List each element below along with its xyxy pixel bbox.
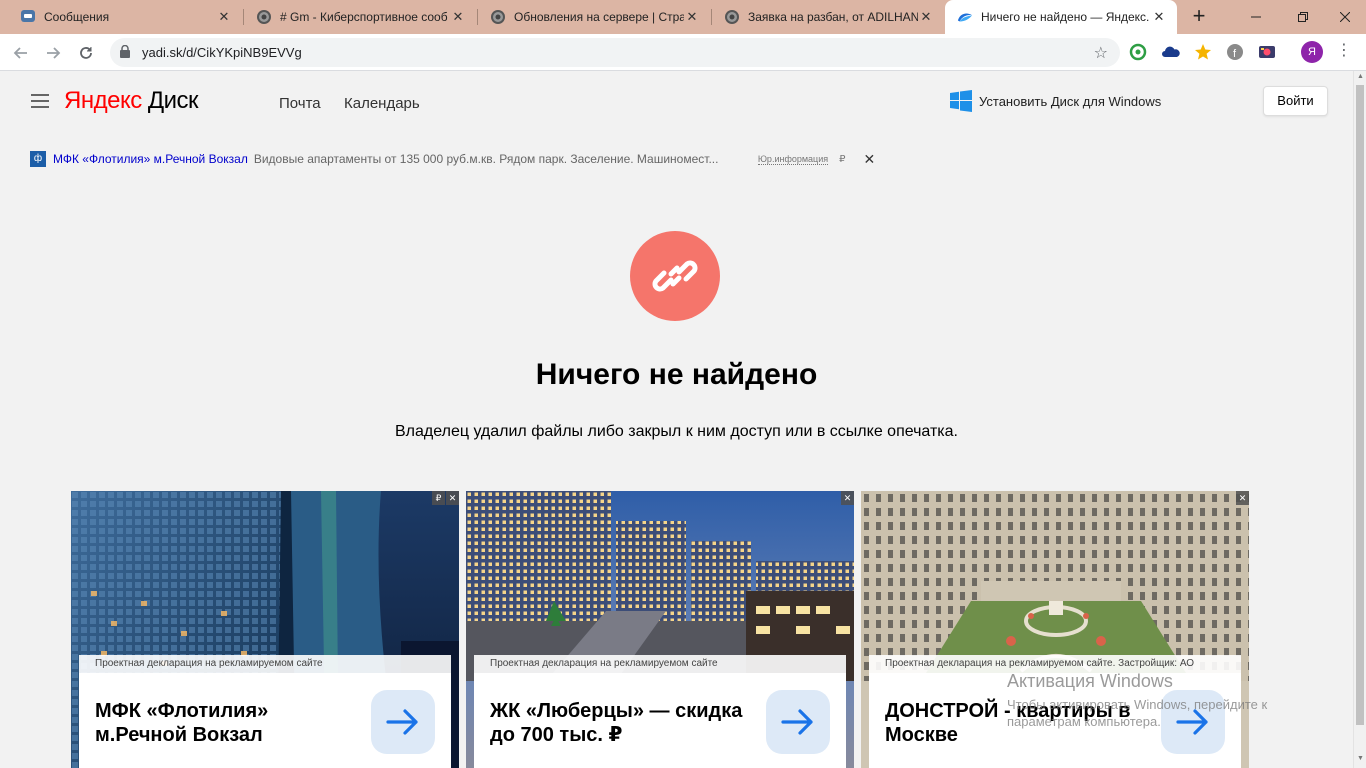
tab-yandex-disk[interactable]: Ничего не найдено — Яндекс. ✕ bbox=[945, 0, 1177, 34]
restore-button[interactable] bbox=[1280, 0, 1326, 34]
install-disk-promo[interactable]: Установить Диск для Windows bbox=[950, 90, 1161, 112]
star-icon[interactable]: ☆ bbox=[1094, 43, 1108, 63]
minimize-button[interactable] bbox=[1233, 0, 1279, 34]
ad-currency-badge: ₽ bbox=[839, 153, 846, 165]
tab-title: # Gm - Киберспортивное сооб bbox=[280, 10, 448, 24]
close-icon[interactable]: ✕ bbox=[918, 9, 934, 25]
ad-description: Видовые апартаменты от 135 000 руб.м.кв.… bbox=[253, 152, 719, 166]
extension-facebook-icon[interactable]: f bbox=[1225, 42, 1245, 62]
ad-card-panel: ДОНСТРОЙ - квартиры в Москве bbox=[869, 673, 1241, 768]
lock-icon bbox=[120, 44, 130, 63]
install-disk-label: Установить Диск для Windows bbox=[979, 93, 1162, 109]
ad-card-go-button[interactable] bbox=[1161, 690, 1225, 754]
ad-card-panel: МФК «Флотилия» м.Речной Вокзал bbox=[79, 673, 451, 768]
broken-link-icon bbox=[630, 231, 720, 321]
extension-green-icon[interactable] bbox=[1128, 42, 1148, 62]
scroll-down-icon[interactable]: ▼ bbox=[1356, 755, 1365, 765]
ad-card-badges: ₽ ✕ bbox=[431, 491, 459, 505]
ad-card-badges: ✕ bbox=[840, 491, 854, 505]
scroll-up-icon[interactable]: ▲ bbox=[1356, 73, 1365, 83]
yandex-disk-logo[interactable]: Яндекс Диск bbox=[64, 87, 199, 115]
address-bar[interactable]: yadi.sk/d/CikYKpiNB9EVVg ☆ bbox=[110, 38, 1120, 67]
ad-card-declaration: Проектная декларация на рекламируемом са… bbox=[869, 655, 1241, 673]
arrow-left-icon bbox=[13, 47, 27, 59]
arrow-right-icon bbox=[1176, 709, 1208, 735]
back-button[interactable] bbox=[8, 40, 34, 66]
profile-avatar[interactable]: Я bbox=[1301, 41, 1323, 63]
ad-card-title[interactable]: МФК «Флотилия» м.Речной Вокзал bbox=[95, 699, 365, 747]
windows-logo-icon bbox=[950, 90, 972, 112]
page-scrollbar[interactable]: ▲ ▼ bbox=[1353, 71, 1366, 768]
globe-icon bbox=[490, 9, 506, 25]
tab-updates[interactable]: Обновления на сервере | Стра ✕ bbox=[478, 0, 710, 34]
url-text: yadi.sk/d/CikYKpiNB9EVVg bbox=[142, 45, 302, 60]
minimize-icon bbox=[1251, 16, 1261, 18]
tab-unban[interactable]: Заявка на разбан, от ADILHAN ✕ bbox=[712, 0, 944, 34]
globe-icon bbox=[724, 9, 740, 25]
tab-title: Сообщения bbox=[44, 10, 110, 24]
tab-title: Заявка на разбан, от ADILHAN bbox=[748, 10, 918, 24]
reload-button[interactable] bbox=[73, 40, 99, 66]
chat-icon bbox=[20, 9, 36, 25]
new-tab-button[interactable]: + bbox=[1186, 5, 1212, 29]
globe-icon bbox=[256, 9, 272, 25]
ad-card-badges: ✕ bbox=[1235, 491, 1249, 505]
nav-link-mail[interactable]: Почта bbox=[279, 95, 321, 112]
ad-card-donstroy[interactable]: ✕ Проектная декларация на рекламируемом … bbox=[861, 491, 1249, 768]
close-icon[interactable]: ✕ bbox=[216, 9, 232, 25]
tab-gm[interactable]: # Gm - Киберспортивное сооб ✕ bbox=[244, 0, 476, 34]
page-subtitle: Владелец удалил файлы либо закрыл к ним … bbox=[395, 423, 958, 440]
ad-card-title[interactable]: ЖК «Люберцы» — скидка до 700 тыс. ₽ bbox=[490, 699, 760, 747]
ad-close-icon[interactable]: ✕ bbox=[863, 151, 875, 168]
yandex-disk-icon bbox=[957, 9, 973, 25]
arrow-right-icon bbox=[386, 709, 418, 735]
close-window-icon bbox=[1340, 12, 1350, 22]
close-window-button[interactable] bbox=[1322, 0, 1366, 34]
extension-cloud-icon[interactable] bbox=[1161, 42, 1181, 62]
ad-legal-info-link[interactable]: Юр.информация bbox=[757, 154, 829, 165]
arrow-right-icon bbox=[47, 47, 61, 59]
browser-menu-icon[interactable]: ⋮ bbox=[1336, 42, 1352, 62]
ad-card-title[interactable]: ДОНСТРОЙ - квартиры в Москве bbox=[885, 699, 1155, 747]
tab-strip: Сообщения ✕ # Gm - Киберспортивное сооб … bbox=[0, 0, 1366, 34]
ad-close-icon[interactable]: ✕ bbox=[1236, 491, 1249, 505]
forward-button[interactable] bbox=[40, 40, 66, 66]
text-ad[interactable]: ф МФК «Флотилия» м.Речной Вокзал Видовые… bbox=[30, 151, 875, 167]
restore-icon bbox=[1298, 12, 1308, 22]
scrollbar-thumb[interactable] bbox=[1356, 85, 1364, 725]
ad-card-declaration: Проектная декларация на рекламируемом са… bbox=[474, 655, 846, 673]
ad-close-icon[interactable]: ✕ bbox=[841, 491, 854, 505]
ad-card-go-button[interactable] bbox=[766, 690, 830, 754]
browser-toolbar: yadi.sk/d/CikYKpiNB9EVVg ☆ f Я ⋮ bbox=[0, 34, 1366, 71]
tab-title: Обновления на сервере | Стра bbox=[514, 10, 684, 24]
ad-card-flotilia[interactable]: ₽ ✕ Проектная декларация на рекламируемо… bbox=[71, 491, 459, 768]
logo-yandex: Яндекс bbox=[64, 87, 142, 114]
tab-messages[interactable]: Сообщения ✕ bbox=[8, 0, 242, 34]
ad-close-icon[interactable]: ✕ bbox=[446, 491, 459, 505]
extension-star-icon[interactable] bbox=[1193, 42, 1213, 62]
arrow-right-icon bbox=[781, 709, 813, 735]
reload-icon bbox=[80, 47, 92, 59]
page-title: Ничего не найдено bbox=[535, 358, 818, 391]
login-button[interactable]: Войти bbox=[1263, 86, 1328, 116]
close-icon[interactable]: ✕ bbox=[1151, 9, 1167, 25]
logo-disk: Диск bbox=[147, 87, 199, 114]
ad-card-go-button[interactable] bbox=[371, 690, 435, 754]
close-icon[interactable]: ✕ bbox=[450, 9, 466, 25]
tab-title: Ничего не найдено — Яндекс. bbox=[981, 10, 1150, 24]
ad-favicon: ф bbox=[30, 151, 46, 167]
ad-title-link[interactable]: МФК «Флотилия» м.Речной Вокзал bbox=[53, 152, 248, 166]
hamburger-menu-icon[interactable] bbox=[31, 94, 49, 108]
ad-currency-badge: ₽ bbox=[432, 491, 445, 505]
page-content: Яндекс Диск Почта Календарь Установить Д… bbox=[0, 71, 1353, 768]
ad-card-panel: ЖК «Люберцы» — скидка до 700 тыс. ₽ bbox=[474, 673, 846, 768]
extension-screenshot-icon[interactable] bbox=[1257, 42, 1277, 62]
ad-card-declaration: Проектная декларация на рекламируемом са… bbox=[79, 655, 451, 673]
ad-card-lyubertsy[interactable]: ✕ Проектная декларация на рекламируемом … bbox=[466, 491, 854, 768]
close-icon[interactable]: ✕ bbox=[684, 9, 700, 25]
nav-link-calendar[interactable]: Календарь bbox=[344, 95, 420, 112]
